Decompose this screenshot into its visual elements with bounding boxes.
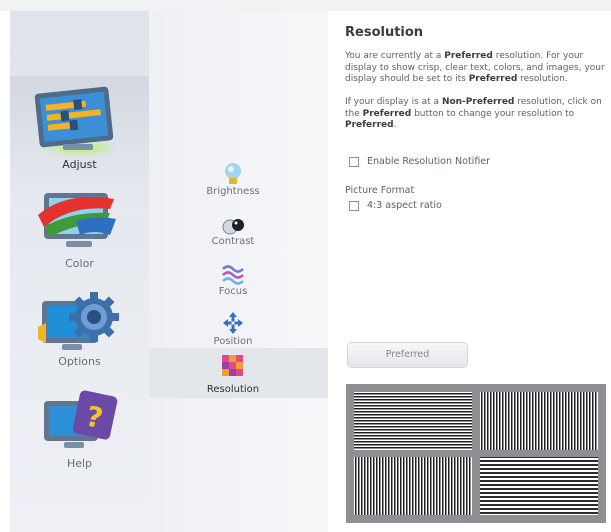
category-help[interactable]: ? Help <box>10 381 149 481</box>
adjust-submenu: Brightness Contrast Focus Position Resol… <box>149 11 328 532</box>
category-label: Help <box>66 457 93 470</box>
preferred-button[interactable]: Preferred <box>347 342 468 368</box>
help-monitor-icon: ? <box>44 390 118 448</box>
picture-format-label: Picture Format <box>345 185 415 196</box>
submenu-label: Contrast <box>211 236 255 247</box>
resolution-grid-icon <box>222 355 243 376</box>
category-sidebar: Adjust Color Options ? Help <box>10 11 149 532</box>
options-gear-icon <box>38 292 119 350</box>
checkbox-label: 4:3 aspect ratio <box>367 200 442 211</box>
submenu-brightness[interactable]: Brightness <box>149 158 328 208</box>
checkbox-box[interactable] <box>349 156 359 167</box>
contrast-icon <box>222 219 244 235</box>
category-options[interactable]: Options <box>10 281 149 381</box>
category-color[interactable]: Color <box>10 181 149 281</box>
category-adjust[interactable]: Adjust <box>10 76 149 176</box>
color-monitor-icon <box>38 193 116 247</box>
panel-title: Resolution <box>345 25 424 40</box>
resolution-status-text: You are currently at a Preferred resolut… <box>345 51 605 84</box>
lightbulb-icon <box>225 163 241 184</box>
submenu-resolution[interactable]: Resolution <box>149 348 328 398</box>
category-label: Color <box>65 257 94 270</box>
resolution-test-pattern <box>346 384 606 523</box>
submenu-label: Position <box>213 336 253 347</box>
aspect-ratio-checkbox[interactable]: 4:3 aspect ratio <box>349 200 442 211</box>
category-label: Options <box>58 355 101 368</box>
adjust-monitor-icon <box>34 86 119 157</box>
resolution-notifier-checkbox[interactable]: Enable Resolution Notifier <box>349 156 490 167</box>
checkbox-box[interactable] <box>349 200 359 211</box>
submenu-focus[interactable]: Focus <box>149 258 328 308</box>
test-pattern-graphic <box>354 392 598 515</box>
top-bar <box>0 0 611 11</box>
position-arrows-icon <box>223 312 243 334</box>
resolution-panel: Resolution You are currently at a Prefer… <box>328 11 611 532</box>
category-label: Adjust <box>62 158 97 171</box>
submenu-label: Focus <box>218 286 248 297</box>
checkbox-label: Enable Resolution Notifier <box>367 156 491 167</box>
focus-waves-icon <box>222 265 244 285</box>
submenu-contrast[interactable]: Contrast <box>149 208 328 258</box>
resolution-instructions-text: If your display is at a Non-Preferred re… <box>345 97 602 130</box>
submenu-label: Brightness <box>206 186 260 197</box>
submenu-label: Resolution <box>206 384 260 395</box>
